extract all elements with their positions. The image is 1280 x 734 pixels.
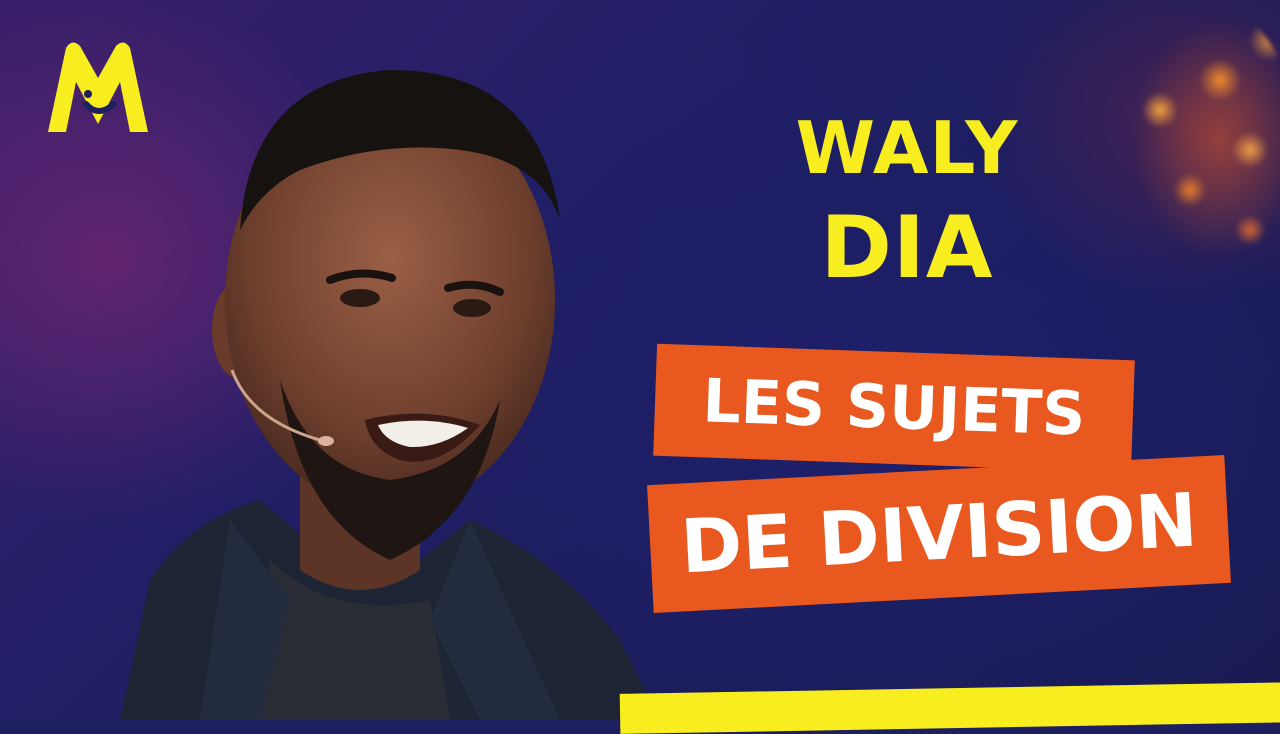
headline-first-name: WALY	[795, 106, 1019, 190]
banner-line-2-text: DE DIVISION	[678, 477, 1200, 591]
banner-line-1-text: LES SUJETS	[701, 366, 1087, 450]
montreux-comedy-logo-icon	[48, 42, 148, 132]
banner-line-1: LES SUJETS	[653, 343, 1135, 473]
headline-last-name: DIA	[820, 198, 994, 298]
